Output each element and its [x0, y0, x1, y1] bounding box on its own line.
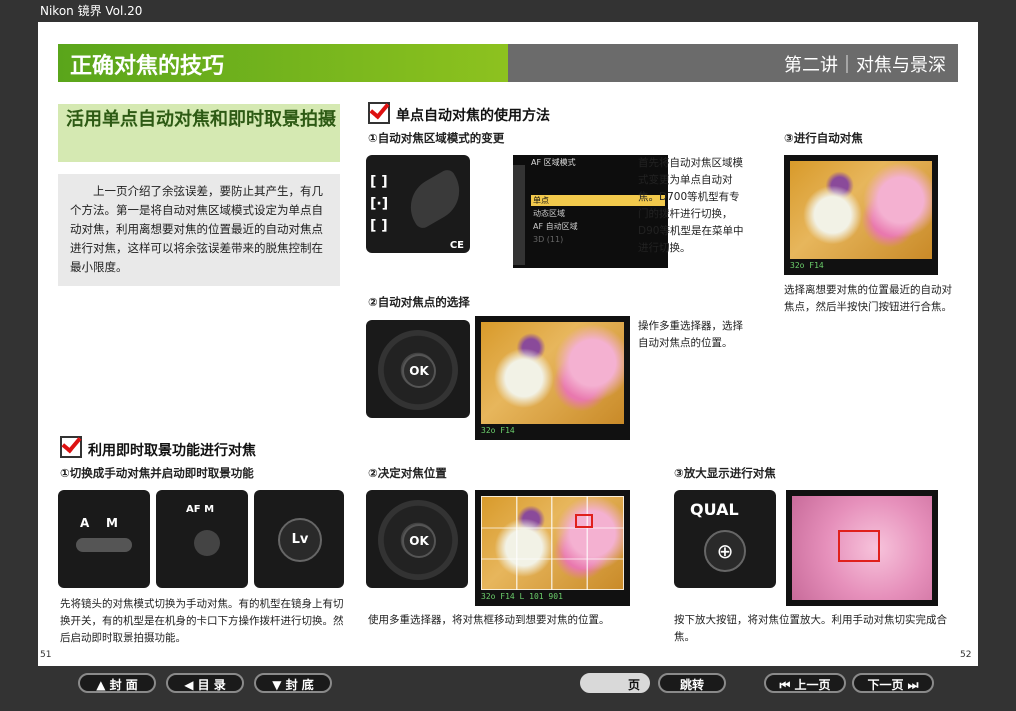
section2-title: 利用即时取景功能进行对焦 [88, 443, 256, 459]
ce-mark: CE [449, 240, 464, 251]
a-label: A [80, 516, 90, 530]
af-label: AF [186, 504, 201, 515]
zoom-in-icon: ⊕ [704, 530, 746, 572]
lcd-preview-grid: 32o F14 L 101 901 [475, 490, 630, 606]
focus-grid-overlay [481, 496, 624, 590]
focus-frame [575, 514, 593, 528]
lcd-info: 32o F14 [481, 426, 515, 435]
title-bar: Nikon 镜界 Vol.20 [0, 0, 1016, 22]
page-number-right: 52 [960, 650, 972, 660]
lcd-info: 32o F14 L 101 901 [481, 592, 563, 601]
cover-button[interactable]: ▲ 封 面 [78, 673, 156, 693]
page-title: 正确对焦的技巧 [70, 54, 225, 79]
intro-text: 上一页介绍了余弦误差，要防止其产生，有几个方法。第一是将自动对焦区域模式设定为单… [70, 184, 323, 274]
sec1-step2-title: ②自动对焦点的选择 [368, 295, 470, 309]
flower-photo [481, 322, 624, 424]
sec2-step2-desc: 使用多重选择器，将对焦框移动到想要对焦的位置。 [368, 614, 610, 626]
next-page-button[interactable]: 下一页 ⏭ [852, 673, 934, 693]
toc-button[interactable]: ◀ 目 录 [166, 673, 244, 693]
menu-header: AF 区域模式 [531, 158, 576, 167]
checkbox-icon [368, 102, 390, 124]
page-unit-label: 页 [627, 678, 640, 692]
sec1-step2-desc: 操作多重选择器，选择自动对焦点的位置。 [638, 320, 743, 349]
lv-button-icon: Lv [278, 518, 322, 562]
sec2-step2-title: ②决定对焦位置 [368, 466, 447, 480]
sec1-step1-title: ①自动对焦区域模式的变更 [368, 131, 505, 145]
focus-mode-lever [194, 530, 220, 556]
page-number-left: 51 [40, 650, 52, 660]
lcd-info: 32o F14 [790, 261, 824, 270]
m-label: M [204, 504, 215, 515]
multi-selector-photo: OK [366, 320, 470, 418]
body-lever-photo: AF M [156, 490, 248, 588]
section1-title: 单点自动对焦的使用方法 [396, 108, 550, 124]
multi-selector-photo: OK [366, 490, 468, 588]
sec1-step3-title: ③进行自动对焦 [784, 131, 863, 145]
lcd-preview-step3: 32o F14 [784, 155, 938, 275]
focus-frame [838, 530, 880, 562]
checkbox-icon [60, 436, 82, 458]
lens-switch-photo: A M [58, 490, 150, 588]
magazine-page: 正确对焦的技巧 第二讲｜对焦与景深 活用单点自动对焦和即时取景拍摄 上一页介绍了… [38, 22, 978, 666]
sec1-step3-desc: 选择离想要对焦的位置最近的自动对焦点，然后半按快门按钮进行合焦。 [784, 284, 952, 313]
lcd-preview-zoom [786, 490, 938, 606]
lv-button-photo: Lv [254, 490, 344, 588]
header-title-bar: 正确对焦的技巧 [58, 44, 508, 82]
back-cover-button[interactable]: ▼ 封 底 [254, 673, 332, 693]
flower-photo [790, 161, 932, 259]
zoom-button-photo: QUAL ⊕ [674, 490, 776, 588]
sec2-step1-desc: 先将镜头的对焦模式切换为手动对焦。有的机型在镜身上有切换开关，有的机型是在机身的… [60, 598, 344, 644]
lcd-preview-step2: 32o F14 [475, 316, 630, 440]
af-m-switch [76, 538, 132, 552]
sec2-step3-desc: 按下放大按钮，将对焦位置放大。利用手动对焦切实完成合焦。 [674, 614, 947, 643]
section-label: 第二讲｜对焦与景深 [784, 55, 946, 76]
ok-button-icon: OK [402, 524, 436, 558]
menu-side-tabs [513, 165, 525, 265]
sec1-step1-desc: 首先将自动对焦区域模式变更为单点自动对焦。D700等机型有专门的拨杆进行切换，D… [638, 157, 744, 254]
header-section-bar: 第二讲｜对焦与景深 [508, 44, 958, 82]
sec2-step1-title: ①切换成手动对焦并启动即时取景功能 [60, 466, 254, 480]
m-label: M [106, 516, 118, 530]
subhead-box: 活用单点自动对焦和即时取景拍摄 [58, 104, 340, 162]
jump-button[interactable]: 跳转 [658, 673, 726, 693]
app-title: Nikon 镜界 Vol.20 [40, 4, 143, 18]
qual-label: QUAL [690, 500, 739, 519]
af-mode-selector-photo: [ ] [·][ ] CE [366, 155, 470, 253]
ok-button-icon: OK [402, 354, 436, 388]
page-number-input[interactable]: 页 [580, 673, 650, 693]
prev-page-button[interactable]: ⏮ 上一页 [764, 673, 846, 693]
sec2-step3-title: ③放大显示进行对焦 [674, 466, 776, 480]
subhead-text: 活用单点自动对焦和即时取景拍摄 [66, 109, 336, 130]
intro-box: 上一页介绍了余弦误差，要防止其产生，有几个方法。第一是将自动对焦区域模式设定为单… [58, 174, 340, 286]
